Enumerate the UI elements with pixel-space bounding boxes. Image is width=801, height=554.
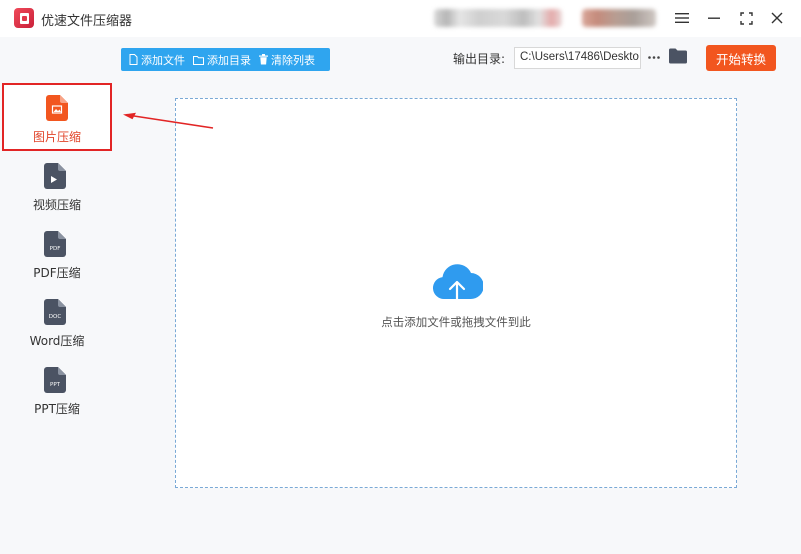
sidebar-item-label: 视频压缩 [32,198,81,212]
add-directory-label: 添加目录 [207,53,251,67]
svg-text:PDF: PDF [50,246,61,252]
file-drop-zone[interactable]: 点击添加文件或拖拽文件到此 [175,98,737,488]
start-convert-button[interactable]: 开始转换 [706,45,776,71]
app-title: 优速文件压缩器 [41,14,133,29]
title-bar: 优速文件压缩器 [0,0,801,37]
add-directory-button[interactable]: 添加目录 [185,48,251,71]
svg-text:DOC: DOC [49,314,62,320]
pdf-file-icon: PDF [44,231,66,257]
output-directory-label: 输出目录: [453,52,506,66]
sidebar-item-ppt[interactable]: PPT PPT压缩 [2,357,112,425]
minimize-icon[interactable] [703,7,725,29]
file-icon [129,54,138,65]
sidebar-item-image[interactable]: 图片压缩 [2,83,112,151]
annotation-arrow [123,112,214,129]
svg-text:PPT: PPT [50,382,61,388]
blurred-avatar [582,9,656,27]
menu-icon[interactable] [671,7,693,29]
blurred-user-info [434,9,562,27]
sidebar-item-word[interactable]: DOC Word压缩 [2,289,112,357]
sidebar-item-label: PDF压缩 [33,266,81,280]
toolbar-button-group: 添加文件 添加目录 清除列表 [121,48,330,71]
open-folder-icon[interactable] [669,48,687,66]
cloud-upload-icon [433,264,483,305]
doc-file-icon: DOC [44,299,66,325]
output-path-field[interactable]: C:\Users\17486\Deskto [514,47,641,69]
folder-outline-icon [193,55,204,65]
close-icon[interactable] [766,7,788,29]
ppt-file-icon: PPT [44,367,66,393]
sidebar-item-label: 图片压缩 [32,130,81,144]
clear-list-button[interactable]: 清除列表 [251,48,315,71]
more-options-icon[interactable] [647,48,661,66]
sidebar-item-pdf[interactable]: PDF PDF压缩 [2,221,112,289]
add-file-label: 添加文件 [141,53,185,67]
trash-icon [259,54,268,65]
video-file-icon [44,163,66,189]
app-logo-icon [14,8,34,28]
add-file-button[interactable]: 添加文件 [121,48,185,71]
sidebar-item-label: Word压缩 [29,334,85,348]
sidebar-item-label: PPT压缩 [34,402,80,416]
image-file-icon [46,95,68,121]
maximize-icon[interactable] [735,7,757,29]
clear-list-label: 清除列表 [271,53,315,67]
sidebar-item-video[interactable]: 视频压缩 [2,153,112,221]
drop-zone-hint: 点击添加文件或拖拽文件到此 [381,315,531,329]
